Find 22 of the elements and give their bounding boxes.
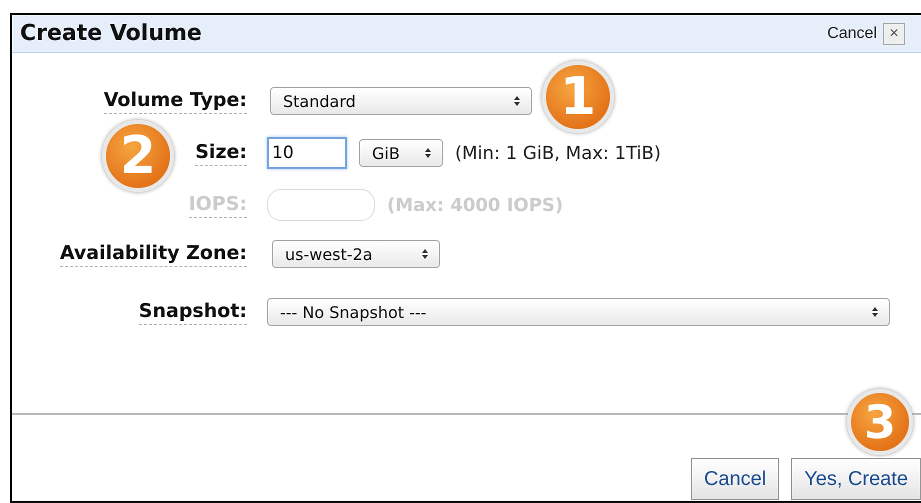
updown-icon (424, 147, 432, 159)
select-field[interactable]: us-west-2a (272, 240, 440, 268)
updown-icon (513, 95, 521, 107)
dialog-button[interactable]: Cancel (690, 458, 780, 500)
dialog-title: Create Volume (20, 21, 202, 46)
input-field[interactable]: 10 (267, 137, 347, 169)
close-button[interactable]: × (883, 22, 905, 44)
updown-icon (421, 248, 429, 260)
select-field[interactable]: --- No Snapshot --- (267, 298, 890, 326)
select-field[interactable]: Standard (270, 87, 532, 115)
updown-icon (871, 306, 879, 318)
field-label: Size: (195, 140, 247, 166)
field-label: Availability Zone: (60, 242, 247, 266)
number-badge: 1 (542, 61, 614, 133)
field-label: Volume Type: (104, 88, 247, 114)
dialog-button[interactable]: Yes, Create (791, 458, 921, 500)
hint-text: (Min: 1 GiB, Max: 1TiB) (455, 142, 661, 164)
number-badge: 2 (102, 120, 174, 192)
field-label: Snapshot: (138, 300, 247, 324)
cancel-link[interactable]: Cancel (827, 24, 877, 42)
number-badge: 3 (847, 389, 913, 455)
select-field[interactable]: GiB (359, 139, 443, 167)
